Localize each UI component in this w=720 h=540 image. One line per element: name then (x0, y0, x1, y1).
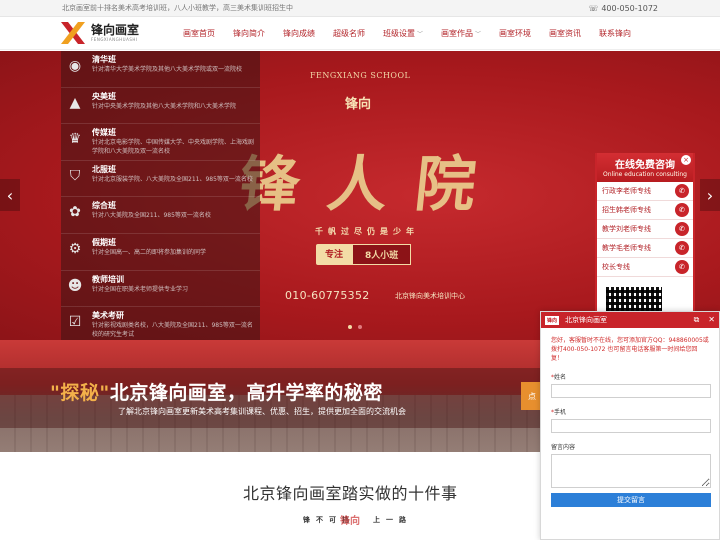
promo-headline-text: 北京锋向画室，高升学率的秘密 (109, 382, 383, 404)
nav-item-teachers[interactable]: 超级名师 (324, 28, 374, 39)
name-field[interactable] (551, 384, 711, 398)
hero-calligraphy: 锋人院 (235, 150, 508, 220)
close-icon[interactable]: ✕ (708, 315, 715, 325)
promo-quote-word: "探秘" (50, 382, 110, 404)
carousel-next-button[interactable]: › (700, 179, 720, 211)
consult-line-admin[interactable]: 行政李老师专线 ✆ (597, 182, 693, 201)
nav-item-environment[interactable]: 画室环境 (490, 28, 540, 39)
top-phone[interactable]: ☏ 400-050-1072 (588, 4, 658, 13)
chat-logo: 锋向 (545, 315, 560, 325)
promo-subtitle: 了解北京锋向画室更新美术高考集训课程、优惠、招生，提供更加全面的交流机会 (118, 407, 406, 416)
chat-widget: 锋向 北京锋向画室 ⧉ ✕ 您好，客服暂时不在线，您可添加官方QQ：948860… (540, 311, 720, 540)
logo-name: 锋向画室 (91, 23, 140, 37)
content-label: 留言内容 (551, 444, 576, 451)
seal-icon: ◉ (68, 58, 82, 74)
hero-tags: 专注 8人小班 (316, 244, 412, 265)
gear-icon: ⚙ (68, 240, 82, 257)
carousel-dots (348, 325, 362, 329)
hero-tag-class: 8人小班 (352, 244, 412, 265)
chevron-right-icon: › (706, 185, 714, 205)
nav-item-works[interactable]: 画室作品 ﹀ (432, 28, 490, 39)
chevron-down-icon: ﹀ (475, 30, 482, 38)
class-sidebar: ◉ 清华班 针对清华大学美术学院及其他八大美术学院或双一流院校 ▲ 央美班 针对中央… (61, 51, 260, 344)
main-nav: 锋向画室 FENGXIANGHUASHI 画室首页 锋向简介 锋向成绩 超级名师… (0, 17, 720, 50)
phone-field[interactable] (551, 419, 711, 433)
nav-item-results[interactable]: 锋向成绩 (274, 28, 324, 39)
consult-line-mao[interactable]: 教学毛老师专线 ✆ (597, 239, 693, 258)
consult-subtitle: Online education consulting (603, 171, 687, 178)
chevron-left-icon: ‹ (6, 185, 14, 205)
qq-icon: ✆ (675, 241, 689, 255)
carousel-prev-button[interactable]: ‹ (0, 179, 20, 211)
hero-tag-focus: 专注 (316, 244, 353, 265)
top-phone-number: 400-050-1072 (601, 3, 658, 13)
pyramid-icon: ▲ (69, 94, 81, 111)
consult-line-principal[interactable]: 校长专线 ✆ (597, 258, 693, 277)
top-notice-bar: 北京画室前十排名美术高考培训班，八人小班教学，高三美术集训班招生中 ☏ 400-… (0, 0, 720, 17)
nav-item-news[interactable]: 画室资讯 (540, 28, 590, 39)
sidebar-item-general[interactable]: ✿ 综合班 针对八大美院及全国211、985等双一流名校 (61, 197, 260, 234)
chat-header[interactable]: 锋向 北京锋向画室 ⧉ ✕ (541, 312, 719, 328)
sidebar-item-postgrad[interactable]: ☑ 美术考研 针对影视戏剧类名校，八大美院及全国211、985等双一流名校的研究生… (61, 307, 260, 344)
qq-icon: ✆ (675, 260, 689, 274)
sidebar-item-bift[interactable]: ⛉ 北服班 针对北京服装学院、八大美院及全国211、985等双一流名校 (61, 161, 260, 198)
carousel-dot[interactable] (358, 325, 362, 329)
sidebar-item-tsinghua[interactable]: ◉ 清华班 针对清华大学美术学院及其他八大美术学院或双一流院校 (61, 51, 260, 88)
shirt-icon: ⛉ (69, 167, 81, 184)
nav-item-contact[interactable]: 联系锋向 (590, 28, 640, 39)
qq-icon: ✆ (675, 222, 689, 236)
close-icon[interactable]: × (681, 155, 691, 165)
nav-item-classes[interactable]: 班级设置 ﹀ (374, 28, 432, 39)
consult-header: 在线免费咨询 Online education consulting × (597, 153, 693, 182)
consult-line-liu[interactable]: 教学刘老师专线 ✆ (597, 220, 693, 239)
qq-icon: ✆ (675, 203, 689, 217)
hero-phone: 010-60775352 (285, 289, 370, 302)
check-icon: ☑ (68, 314, 82, 331)
logo-x-icon (61, 22, 85, 44)
consult-line-enroll[interactable]: 招生韩老师专线 ✆ (597, 201, 693, 220)
consult-panel: 在线免费咨询 Online education consulting × 行政李… (595, 153, 695, 313)
chat-title: 北京锋向画室 (565, 316, 608, 324)
palette-icon: ✿ (69, 204, 81, 221)
promo-headline: "探秘"北京锋向画室，高升学率的秘密 (50, 378, 383, 405)
name-label: *姓名 (551, 374, 567, 381)
message-textarea[interactable] (551, 454, 711, 488)
trophy-icon: ♛ (68, 131, 82, 148)
sidebar-item-cafa[interactable]: ▲ 央美班 针对中央美术学院及其他八大美术学院和八大美术学院 (61, 88, 260, 125)
phone-label: *手机 (551, 409, 567, 416)
chevron-down-icon: ﹀ (417, 30, 424, 38)
consult-title: 在线免费咨询 (615, 160, 675, 171)
hero-motto: 千帆过尽仍是少年 (315, 226, 419, 236)
sidebar-item-holiday[interactable]: ⚙ 假期班 针对全国高一、高二的即将参加集训的同学 (61, 234, 260, 271)
submit-message-button[interactable]: 提交留言 (551, 493, 711, 507)
qr-code-icon (606, 287, 662, 311)
phone-icon: ☏ (588, 3, 599, 13)
sidebar-item-media[interactable]: ♛ 传媒班 针对北京电影学院、中国传媒大学、中央戏剧学院、上海戏剧学院和八大美院及… (61, 124, 260, 161)
section-deco-text: 锋向 (340, 516, 360, 527)
section-title: 北京锋向画室踏实做的十件事 (243, 484, 458, 503)
sidebar-item-teacher-training[interactable]: ☻ 教师培训 针对全国在职美术老师提供专业学习 (61, 271, 260, 308)
hero-school-en: FENGXIANG SCHOOL (310, 71, 411, 80)
nav-item-about[interactable]: 锋向简介 (224, 28, 274, 39)
hero-school-cn: 锋向 (345, 97, 372, 112)
qq-icon: ✆ (675, 184, 689, 198)
top-notice-text: 北京画室前十排名美术高考培训班，八人小班教学，高三美术集训班招生中 (62, 4, 293, 12)
hero-center-name: 北京锋向美术培训中心 (395, 292, 465, 300)
nav-item-home[interactable]: 画室首页 (174, 28, 224, 39)
logo-pinyin: FENGXIANGHUASHI (91, 37, 138, 42)
site-logo[interactable]: 锋向画室 FENGXIANGHUASHI (61, 22, 166, 44)
expand-icon[interactable]: ⧉ (694, 315, 700, 325)
chat-offline-message: 您好，客服暂时不在线，您可添加官方QQ：948860005或拨打400-050-… (551, 337, 709, 362)
people-icon: ☻ (67, 277, 83, 294)
carousel-dot[interactable] (348, 325, 352, 329)
nav-menu: 画室首页 锋向简介 锋向成绩 超级名师 班级设置 ﹀ 画室作品 ﹀ 画室环境 画室资… (174, 28, 640, 39)
